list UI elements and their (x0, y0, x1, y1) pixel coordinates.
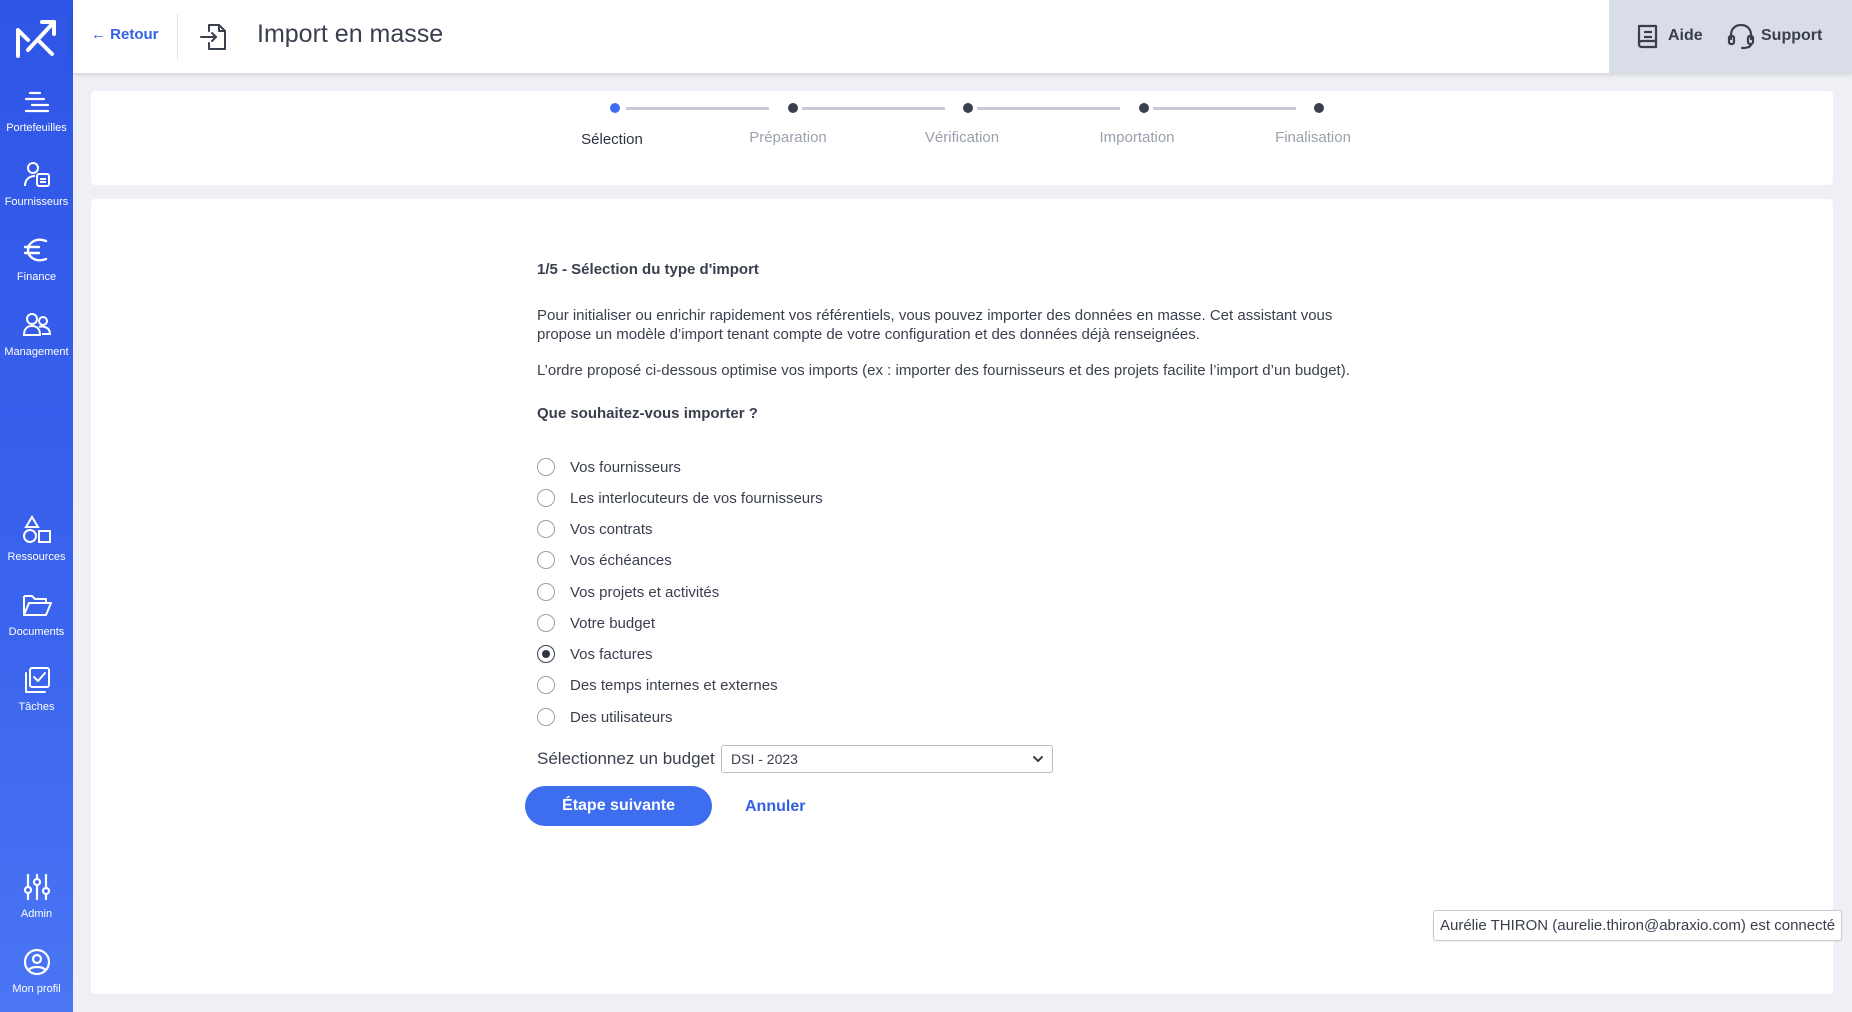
profile-icon (23, 948, 50, 976)
sidebar-item-label: Ressources (7, 551, 66, 563)
step-dot-selection (610, 103, 620, 113)
step-connector (977, 107, 1120, 110)
sidebar-item-portefeuilles[interactable]: Portefeuilles (0, 86, 73, 134)
intro-line: propose un modèle d’import tenant compte… (537, 326, 1200, 343)
radio-label: Vos factures (570, 646, 653, 663)
step-label-selection: Sélection (581, 131, 643, 148)
radio-label: Vos échéances (570, 552, 672, 569)
sidebar-item-label: Tâches (18, 701, 55, 713)
sidebar-item-label: Fournisseurs (4, 196, 69, 208)
import-form-card: 1/5 - Sélection du type d'import Pour in… (91, 199, 1833, 994)
headset-icon (1727, 23, 1755, 50)
book-icon (1637, 24, 1658, 49)
radio-label: Vos projets et activités (570, 584, 720, 601)
support-button[interactable]: Support (1727, 22, 1822, 50)
sidebar-item-label: Management (4, 346, 69, 358)
radio-button[interactable] (537, 676, 555, 694)
radio-button[interactable] (537, 583, 555, 601)
chevron-down-icon (1033, 756, 1043, 762)
radio-button-checked[interactable] (537, 645, 555, 663)
sidebar-item-management[interactable]: Management (0, 310, 73, 358)
sidebar-item-taches[interactable]: Tâches (0, 665, 73, 713)
help-label: Aide (1668, 27, 1703, 45)
radio-label: Votre budget (570, 615, 656, 632)
import-icon (200, 24, 226, 50)
budget-select[interactable]: DSI - 2023 (721, 745, 1053, 773)
step-label-finalisation: Finalisation (1275, 129, 1351, 146)
step-connector (1153, 107, 1296, 110)
radio-label: Vos contrats (570, 521, 653, 538)
section-title: 1/5 - Sélection du type d'import (537, 261, 759, 278)
intro-line: Pour initialiser ou enrichir rapidement … (537, 307, 1333, 324)
step-connector (626, 107, 769, 110)
sidebar: Portefeuilles Fournisseurs Finance Manag… (0, 0, 73, 1012)
support-label: Support (1761, 27, 1823, 45)
sidebar-item-documents[interactable]: Documents (0, 590, 73, 638)
intro-text: Pour initialiser ou enrichir rapidement … (537, 306, 1332, 344)
sidebar-item-fournisseurs[interactable]: Fournisseurs (0, 160, 73, 208)
radio-button[interactable] (537, 520, 555, 538)
people-icon (22, 313, 51, 336)
euro-icon (23, 238, 47, 262)
portfolio-icon (24, 91, 49, 113)
header-help-area: Aide Support (1609, 0, 1852, 73)
radio-label: Vos fournisseurs (570, 459, 681, 476)
next-step-button[interactable]: Étape suivante (525, 786, 712, 826)
step-dot-finalisation (1314, 103, 1324, 113)
import-question: Que souhaitez-vous importer ? (537, 405, 758, 422)
radio-label: Des temps internes et externes (570, 677, 778, 694)
radio-button[interactable] (537, 489, 555, 507)
step-label-verification: Vérification (924, 129, 1000, 146)
sidebar-item-label: Admin (20, 908, 53, 920)
radio-button[interactable] (537, 614, 555, 632)
help-button[interactable]: Aide (1634, 22, 1703, 50)
shapes-icon (22, 515, 51, 543)
cancel-link[interactable]: Annuler (745, 798, 805, 816)
radio-label: Les interlocuteurs de vos fournisseurs (570, 490, 823, 507)
app-logo-icon[interactable] (14, 16, 58, 60)
step-dot-importation (1139, 103, 1149, 113)
step-label-importation: Importation (1099, 129, 1175, 146)
header-divider (177, 14, 178, 60)
page-title: Import en masse (257, 20, 444, 48)
radio-button[interactable] (537, 458, 555, 476)
step-label-preparation: Préparation (749, 129, 827, 146)
sliders-icon (23, 873, 50, 901)
radio-label: Des utilisateurs (570, 709, 673, 726)
sidebar-item-mon-profil[interactable]: Mon profil (0, 947, 73, 995)
radio-button[interactable] (537, 551, 555, 569)
folder-icon (22, 595, 52, 616)
sidebar-item-ressources[interactable]: Ressources (0, 515, 73, 563)
order-note: L’ordre proposé ci-dessous optimise vos … (537, 362, 1350, 379)
sidebar-item-label: Portefeuilles (6, 122, 67, 134)
budget-select-value: DSI - 2023 (731, 751, 798, 767)
tasks-icon (24, 667, 50, 693)
top-header: ← Retour Import en masse Aide Support (73, 0, 1852, 73)
sidebar-item-label: Documents (8, 626, 65, 638)
sidebar-item-label: Finance (16, 271, 57, 283)
step-connector (802, 107, 945, 110)
suppliers-icon (23, 162, 50, 187)
radio-button[interactable] (537, 708, 555, 726)
stepper: Sélection Préparation Vérification Impor… (91, 91, 1833, 185)
connected-user-badge: Aurélie THIRON (aurelie.thiron@abraxio.c… (1433, 910, 1843, 941)
sidebar-item-label: Mon profil (12, 983, 61, 995)
back-link[interactable]: ← Retour (91, 26, 159, 43)
step-dot-verification (963, 103, 973, 113)
budget-select-label: Sélectionnez un budget (537, 749, 715, 768)
sidebar-item-finance[interactable]: Finance (0, 235, 73, 283)
sidebar-item-admin[interactable]: Admin (0, 872, 73, 920)
step-dot-preparation (788, 103, 798, 113)
